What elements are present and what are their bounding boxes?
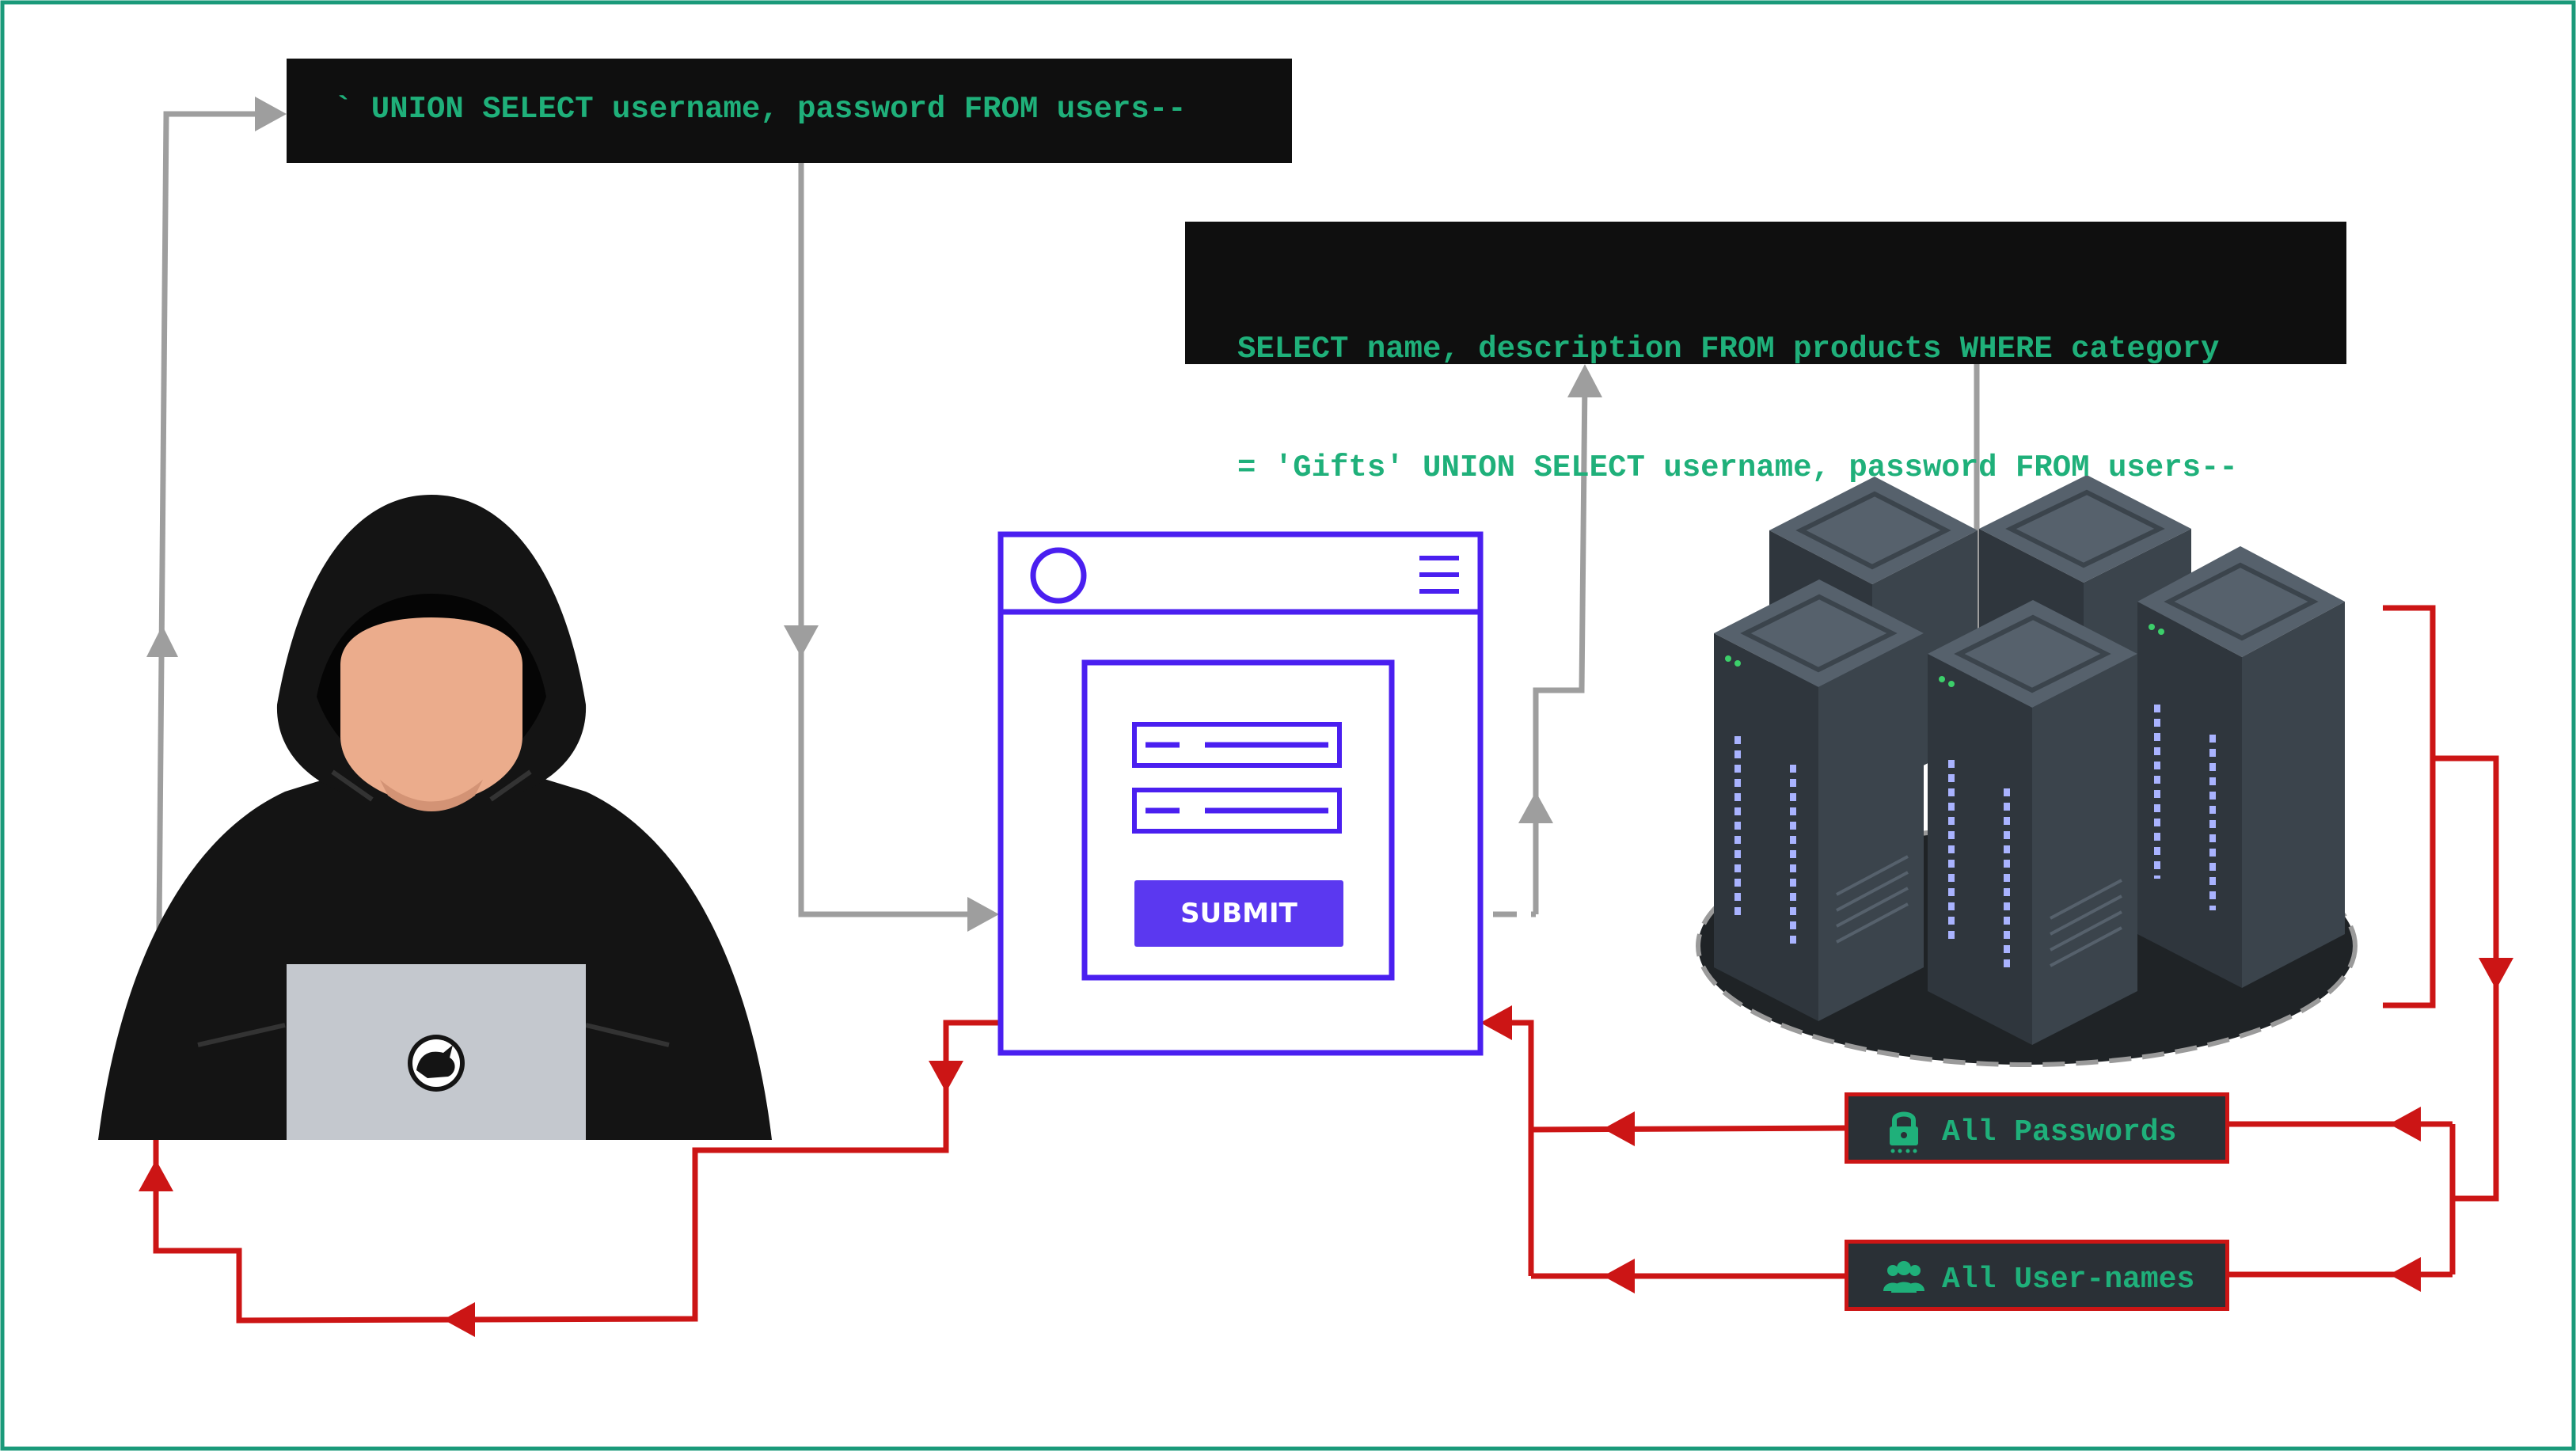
server-rack-front-left	[1714, 579, 1924, 1021]
hacker-face	[340, 617, 522, 803]
query-line-1: SELECT name, description FROM products W…	[1237, 332, 2220, 367]
resulting-query-box: SELECT name, description FROM products W…	[1185, 222, 2346, 485]
diagram-canvas: ` UNION SELECT username, password FROM u…	[0, 0, 2576, 1451]
injection-payload-text: ` UNION SELECT username, password FROM u…	[334, 92, 1187, 127]
arrow-to-usernames	[2389, 1257, 2421, 1292]
server-rack-front-center	[1928, 600, 2137, 1045]
all-passwords-label: All Passwords	[1942, 1115, 2177, 1149]
arrow-usernames-out	[1603, 1259, 1635, 1293]
flow-results-to-form	[1488, 1020, 1534, 1276]
arrow-up-left	[146, 625, 178, 657]
query-line-2: = 'Gifts' UNION SELECT username, passwor…	[1237, 450, 2238, 485]
submit-button[interactable]: SUBMIT	[1134, 880, 1343, 947]
arrow-up-form-out	[1518, 792, 1553, 823]
diagram-svg	[0, 0, 2576, 1451]
all-passwords-box: All Passwords	[1845, 1092, 2229, 1164]
web-form-window	[997, 531, 1484, 1056]
arrow-up-to-laptop	[139, 1160, 173, 1191]
all-usernames-label: All User-names	[1942, 1263, 2195, 1297]
arrow-down-form-out	[929, 1061, 963, 1092]
server-bracket	[2383, 605, 2436, 1008]
hacker-illustration	[98, 495, 772, 1140]
arrow-to-passwords	[2389, 1107, 2421, 1141]
arrow-passwords-out	[1603, 1111, 1635, 1146]
arrow-to-laptop-bottom	[443, 1302, 475, 1337]
resulting-query-text: SELECT name, description FROM products W…	[1237, 250, 2238, 567]
lock-icon	[1890, 1111, 1918, 1153]
arrow-into-form	[967, 897, 999, 932]
arrow-to-payload	[255, 97, 287, 131]
arrow-into-form-red	[1480, 1005, 1512, 1040]
users-icon	[1883, 1261, 1924, 1293]
flow-bracket-out	[2433, 755, 2499, 1202]
all-usernames-box: All User-names	[1845, 1240, 2229, 1311]
server-rack-right	[2137, 546, 2345, 988]
arrow-down-bracket	[2479, 958, 2513, 989]
arrow-down-payload	[784, 625, 819, 657]
flow-payload-to-form	[798, 163, 982, 917]
injection-payload-box: ` UNION SELECT username, password FROM u…	[287, 59, 1292, 163]
flow-passwords-out	[1530, 1125, 1845, 1133]
